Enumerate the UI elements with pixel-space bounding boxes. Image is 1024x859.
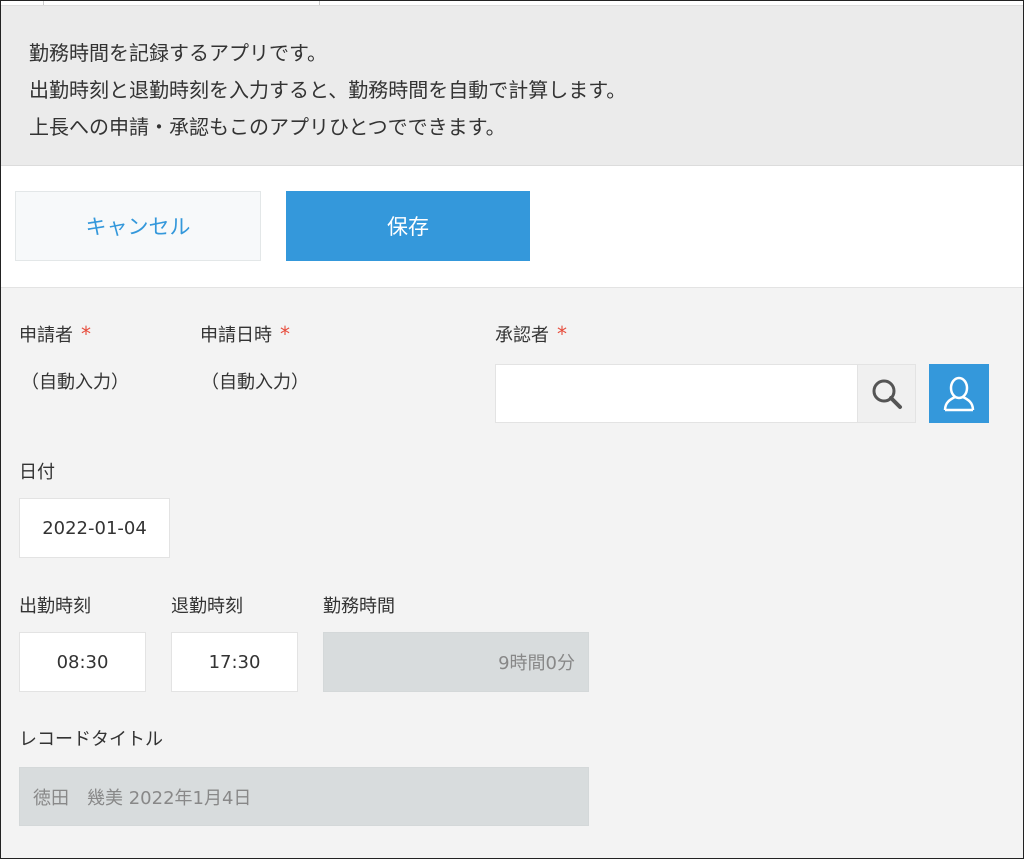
app-description: 勤務時間を記録するアプリです。 出勤時刻と退勤時刻を入力すると、勤務時間を自動で… [1,6,1023,166]
required-mark: * [557,322,567,346]
description-line: 上長への申請・承認もこのアプリひとつでできます。 [29,115,506,139]
date-label: 日付 [19,462,55,483]
applied-at-label: 申請日時 * [200,321,290,347]
record-title-label: レコードタイトル [19,729,163,750]
applied-at-label-text: 申請日時 [200,325,272,346]
approver-search-button[interactable] [857,364,916,423]
record-title-field: 徳田 幾美 2022年1月4日 [19,767,589,826]
end-time-input[interactable]: 17:30 [171,632,298,692]
search-icon [872,379,902,409]
required-mark: * [81,322,91,346]
toolbar: キャンセル 保存 [1,166,1023,288]
approver-input[interactable] [495,364,858,423]
required-mark: * [280,322,290,346]
applicant-value: （自動入力） [21,372,129,393]
description-line: 出勤時刻と退勤時刻を入力すると、勤務時間を自動で計算します。 [29,78,627,102]
end-time-label: 退勤時刻 [171,596,243,617]
save-button[interactable]: 保存 [286,191,530,261]
applicant-label-text: 申請者 [19,325,73,346]
work-hours-field: 9時間0分 [323,632,589,692]
description-line: 勤務時間を記録するアプリです。 [29,41,327,65]
approver-label: 承認者 * [495,321,567,347]
date-input[interactable]: 2022-01-04 [19,498,170,558]
applied-at-value: （自動入力） [201,372,309,393]
approver-user-select-button[interactable] [929,364,989,423]
approver-label-text: 承認者 [495,325,549,346]
applicant-label: 申請者 * [19,321,91,347]
user-icon [943,376,975,411]
app-window: 勤務時間を記録するアプリです。 出勤時刻と退勤時刻を入力すると、勤務時間を自動で… [0,0,1024,859]
cancel-button[interactable]: キャンセル [15,191,261,261]
start-time-input[interactable]: 08:30 [19,632,146,692]
divider [43,1,44,5]
work-hours-label: 勤務時間 [323,596,395,617]
start-time-label: 出勤時刻 [19,596,91,617]
divider [319,1,320,5]
